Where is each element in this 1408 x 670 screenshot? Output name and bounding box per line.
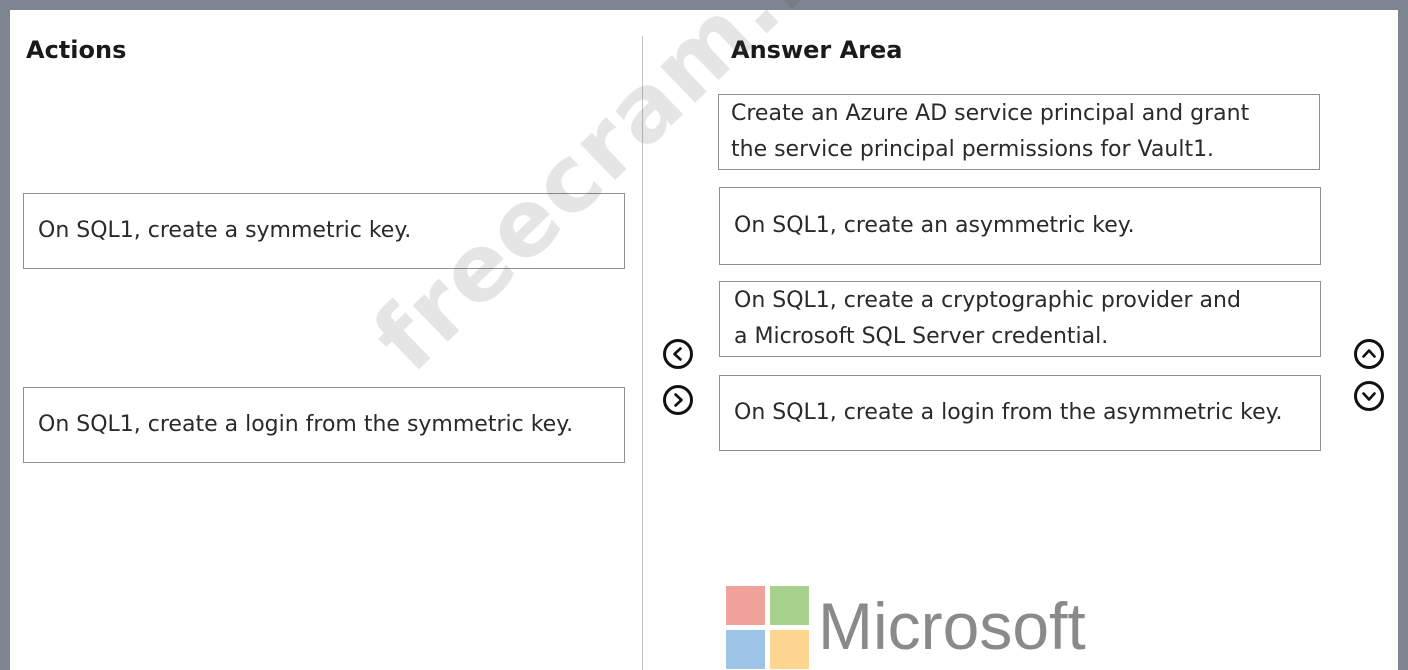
answer-item-asymmetric-key[interactable]: On SQL1, create an asymmetric key. <box>719 187 1321 265</box>
answer-item-line: Create an Azure AD service principal and… <box>731 101 1250 126</box>
answer-item-label: On SQL1, create a login from the asymmet… <box>734 400 1283 425</box>
move-left-button[interactable] <box>663 339 693 369</box>
chevron-down-icon <box>1362 392 1376 401</box>
logo-square-green <box>770 586 809 625</box>
answer-item-line: the service principal permissions for Va… <box>731 137 1215 162</box>
answer-item-service-principal[interactable]: Create an Azure AD service principal and… <box>718 94 1320 170</box>
answer-area-heading: Answer Area <box>731 36 903 64</box>
column-divider <box>642 36 643 670</box>
move-up-button[interactable] <box>1354 339 1384 369</box>
chevron-up-icon <box>1362 349 1376 358</box>
microsoft-logo-icon <box>726 586 810 670</box>
logo-square-yellow <box>770 630 809 669</box>
answer-item-line: On SQL1, create a cryptographic provider… <box>734 288 1241 313</box>
logo-square-red <box>726 586 765 625</box>
actions-heading: Actions <box>26 36 127 64</box>
chevron-left-icon <box>673 347 682 361</box>
answer-item-login-asymmetric[interactable]: On SQL1, create a login from the asymmet… <box>719 375 1321 451</box>
answer-item-line: a Microsoft SQL Server credential. <box>734 324 1109 349</box>
logo-square-blue <box>726 630 765 669</box>
microsoft-wordmark: Microsoft <box>818 589 1086 663</box>
answer-item-label: On SQL1, create an asymmetric key. <box>734 213 1135 238</box>
move-right-button[interactable] <box>663 385 693 415</box>
answer-item-cryptographic-provider[interactable]: On SQL1, create a cryptographic provider… <box>719 281 1321 357</box>
move-down-button[interactable] <box>1354 381 1384 411</box>
action-item-label: On SQL1, create a login from the symmetr… <box>38 412 574 437</box>
chevron-right-icon <box>674 393 683 407</box>
action-item-symmetric-key[interactable]: On SQL1, create a symmetric key. <box>23 193 625 269</box>
action-item-login-symmetric[interactable]: On SQL1, create a login from the symmetr… <box>23 387 625 463</box>
action-item-label: On SQL1, create a symmetric key. <box>38 218 412 243</box>
